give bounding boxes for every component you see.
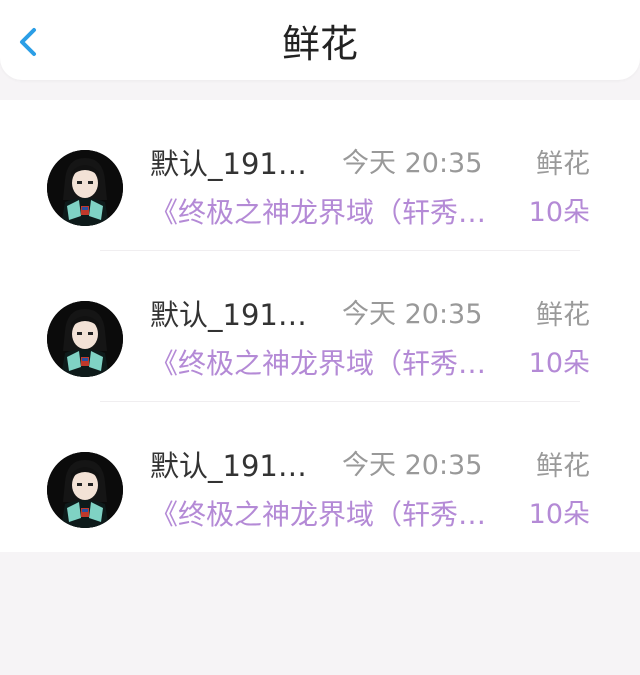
book-title-link[interactable]: 《终极之神龙界域（轩秀… bbox=[150, 193, 486, 233]
timestamp: 今天 20:35 bbox=[342, 299, 483, 330]
gift-count: 10朵 bbox=[528, 348, 590, 379]
page-title: 鲜花 bbox=[281, 22, 358, 66]
user-avatar[interactable] bbox=[47, 150, 123, 226]
gift-count: 10朵 bbox=[528, 499, 590, 530]
book-title-link[interactable]: 《终极之神龙界域（轩秀… bbox=[150, 344, 486, 384]
gift-count: 10朵 bbox=[528, 197, 590, 228]
user-name: 默认_191… bbox=[150, 449, 307, 483]
timestamp: 今天 20:35 bbox=[342, 450, 483, 481]
list-item[interactable]: 默认_191… 今天 20:35 鲜花 《终极之神龙界域（轩秀… 10朵 bbox=[0, 402, 640, 553]
list-item[interactable]: 默认_191… 今天 20:35 鲜花 《终极之神龙界域（轩秀… 10朵 bbox=[0, 251, 640, 402]
flower-record-list: 默认_191… 今天 20:35 鲜花 《终极之神龙界域（轩秀… 10朵 默认_… bbox=[0, 100, 640, 552]
user-avatar[interactable] bbox=[47, 301, 123, 377]
gift-type: 鲜花 bbox=[536, 149, 590, 180]
gift-type: 鲜花 bbox=[536, 300, 590, 331]
top-bar: 鲜花 bbox=[0, 0, 640, 80]
gift-type: 鲜花 bbox=[536, 451, 590, 482]
timestamp: 今天 20:35 bbox=[342, 148, 483, 179]
book-title-link[interactable]: 《终极之神龙界域（轩秀… bbox=[150, 495, 486, 535]
list-item[interactable]: 默认_191… 今天 20:35 鲜花 《终极之神龙界域（轩秀… 10朵 bbox=[0, 100, 640, 251]
user-name: 默认_191… bbox=[150, 298, 307, 332]
user-avatar[interactable] bbox=[47, 452, 123, 528]
user-name: 默认_191… bbox=[150, 147, 307, 181]
